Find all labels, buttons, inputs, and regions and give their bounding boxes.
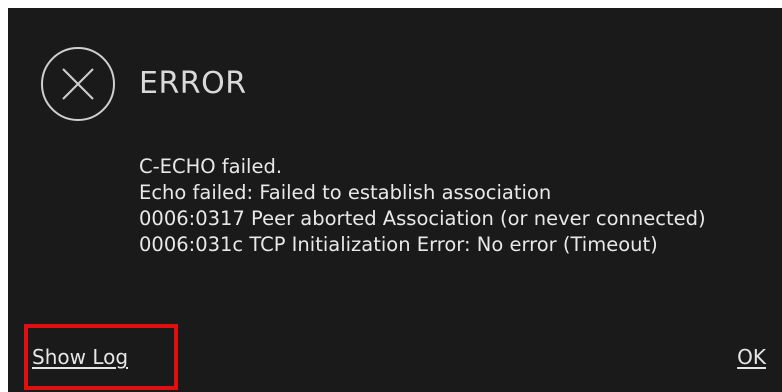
error-dialog: ERROR C-ECHO failed. Echo failed: Failed…: [8, 8, 782, 392]
error-message: C-ECHO failed. Echo failed: Failed to es…: [139, 154, 739, 258]
message-line: Echo failed: Failed to establish associa…: [139, 181, 552, 204]
show-log-link[interactable]: Show Log: [32, 344, 128, 370]
close-circle-icon: [39, 45, 117, 123]
ok-button[interactable]: OK: [737, 344, 766, 370]
message-line: C-ECHO failed.: [139, 155, 283, 178]
message-line: 0006:031c TCP Initialization Error: No e…: [139, 233, 658, 256]
dialog-title: ERROR: [139, 66, 247, 101]
message-line: 0006:0317 Peer aborted Association (or n…: [139, 207, 706, 230]
